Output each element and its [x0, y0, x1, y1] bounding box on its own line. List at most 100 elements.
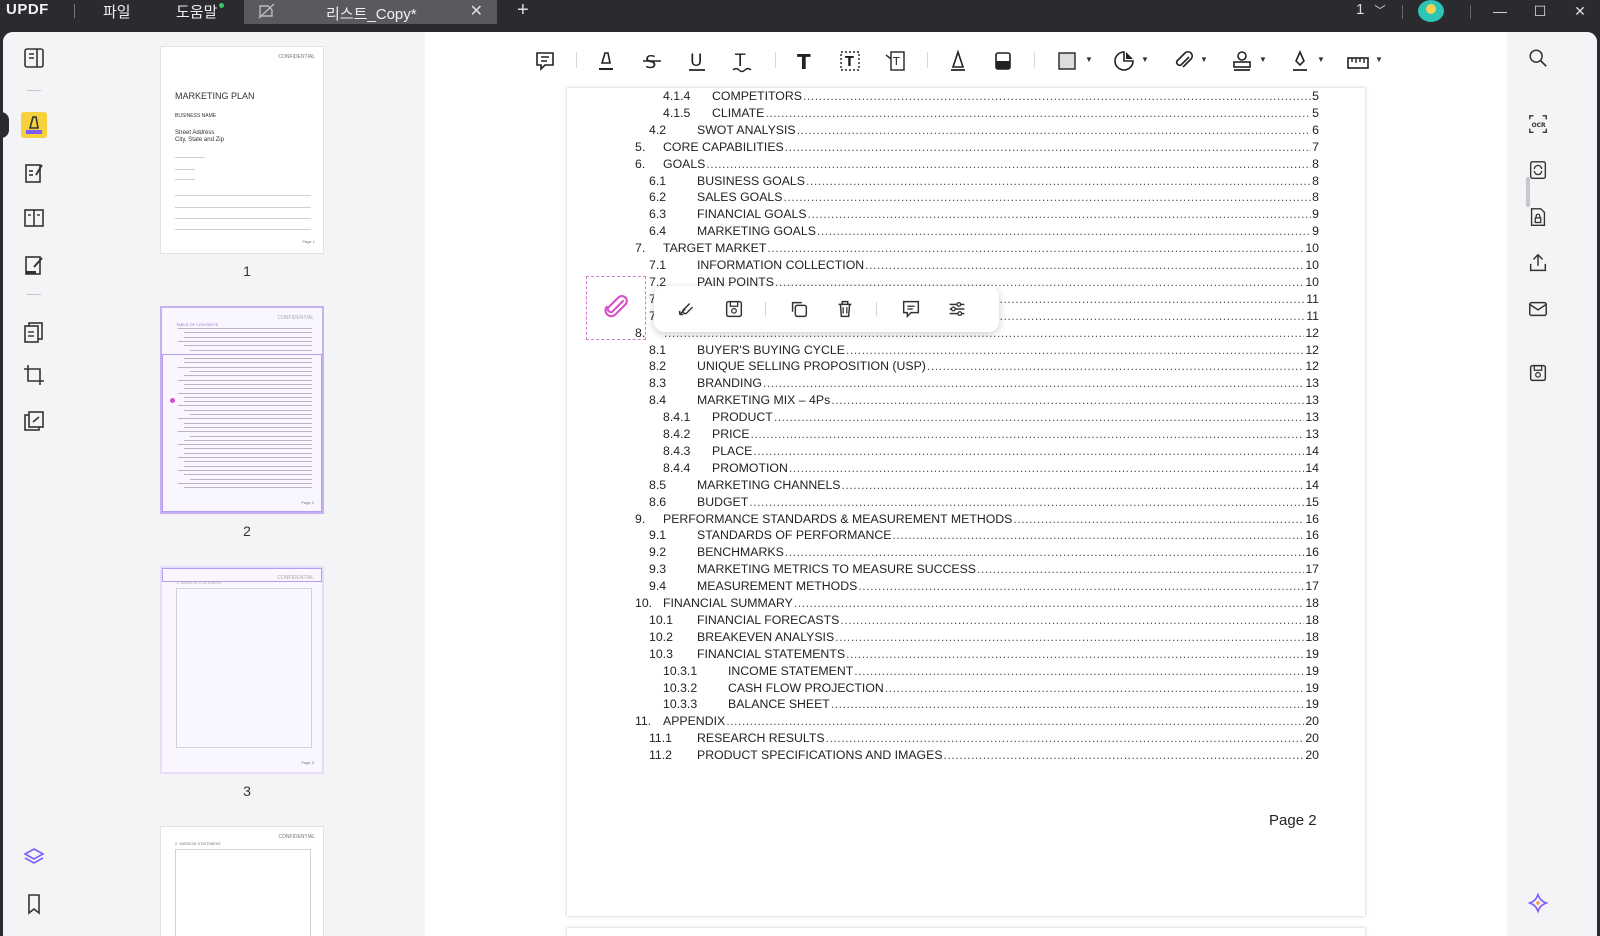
pdf-page-next — [567, 928, 1365, 936]
toc-entry[interactable]: 6.3 FINANCIAL GOALS 9 — [649, 207, 1319, 223]
user-avatar[interactable] — [1418, 0, 1444, 22]
organize-pages-icon[interactable] — [21, 319, 47, 345]
svg-text:OCR: OCR — [1532, 122, 1546, 129]
toc-entry[interactable]: 8.4.2 PRICE 13 — [663, 427, 1319, 443]
properties-icon[interactable] — [945, 297, 969, 321]
toc-entry[interactable]: 4.1.4 COMPETITORS 5 — [663, 89, 1319, 105]
copy-icon[interactable] — [787, 297, 811, 321]
measure-icon[interactable]: ▼ — [1345, 48, 1383, 74]
menu-file[interactable]: 파일 — [103, 1, 131, 22]
document-tab[interactable]: 리스트_Copy* ✕ — [244, 0, 497, 24]
toc-entry[interactable]: 4.1.5 CLIMATE 5 — [663, 106, 1319, 122]
delete-icon[interactable] — [833, 297, 857, 321]
toc-entry[interactable]: 11.2 PRODUCT SPECIFICATIONS AND IMAGES 20 — [649, 748, 1319, 764]
underline-icon[interactable]: U — [684, 48, 710, 74]
stamp-icon[interactable]: ▼ — [1229, 48, 1267, 74]
close-window-button[interactable]: ✕ — [1560, 0, 1600, 24]
page-layout-icon[interactable] — [21, 205, 47, 231]
toc-entry-number: 9.1 — [649, 528, 667, 543]
thumbnail-page-3[interactable]: CONFIDENTIAL 1. MISSION STATEMENT Page 3 — [160, 566, 324, 774]
toc-entry[interactable]: 11.1 RESEARCH RESULTS 20 — [649, 731, 1319, 747]
toc-entry[interactable]: 8.4.1 PRODUCT 13 — [663, 410, 1319, 426]
toc-entry[interactable]: 10.1 FINANCIAL FORECASTS 18 — [649, 613, 1319, 629]
thumb-page-label: Page 3 — [301, 760, 314, 765]
save-icon[interactable] — [1525, 360, 1551, 386]
toc-entry[interactable]: 8.1 BUYER'S BUYING CYCLE 12 — [649, 343, 1319, 359]
sticker-icon[interactable]: ▼ — [1111, 48, 1149, 74]
squiggly-icon[interactable]: T — [729, 48, 755, 74]
attachment-annotation[interactable] — [586, 276, 646, 340]
save-attachment-icon[interactable] — [722, 297, 746, 321]
toc-entry[interactable]: 8.3 BRANDING 13 — [649, 376, 1319, 392]
add-tab-icon[interactable]: + — [517, 0, 529, 22]
maximize-button[interactable]: ☐ — [1520, 0, 1560, 24]
toc-entry[interactable]: 10. FINANCIAL SUMMARY 18 — [635, 596, 1319, 612]
edit-pdf-icon[interactable] — [21, 160, 47, 186]
toc-entry[interactable]: 8.2 UNIQUE SELLING PROPOSITION (USP) 12 — [649, 359, 1319, 375]
toc-entry[interactable]: 8.4.4 PROMOTION 14 — [663, 461, 1319, 477]
ai-assistant-icon[interactable] — [1525, 890, 1551, 916]
text-icon[interactable]: T — [792, 48, 818, 74]
pencil-icon[interactable] — [945, 48, 971, 74]
protect-icon[interactable] — [1525, 204, 1551, 230]
fill-sign-icon[interactable] — [21, 252, 47, 278]
reader-mode-icon[interactable] — [21, 45, 47, 71]
toc-entry[interactable]: 8.4.3 PLACE 14 — [663, 444, 1319, 460]
tools-icon[interactable] — [21, 408, 47, 434]
attachment-tool-icon[interactable]: ▼ — [1170, 48, 1208, 74]
page-indicator[interactable]: 1 ﹀ — [1356, 1, 1386, 18]
toc-entry[interactable]: 8.6 BUDGET 15 — [649, 495, 1319, 511]
tab-close-icon[interactable]: ✕ — [470, 1, 483, 21]
toc-entry[interactable]: 10.3 FINANCIAL STATEMENTS 19 — [649, 647, 1319, 663]
toc-entry[interactable]: 6.1 BUSINESS GOALS 8 — [649, 174, 1319, 190]
toc-entry-page: 9 — [1312, 207, 1319, 222]
toc-entry[interactable]: 6.4 MARKETING GOALS 9 — [649, 224, 1319, 240]
toc-entry[interactable]: 10.3.1 INCOME STATEMENT 19 — [663, 664, 1319, 680]
toc-entry[interactable]: 10.3.2 CASH FLOW PROJECTION 19 — [663, 681, 1319, 697]
open-attachment-icon[interactable] — [675, 297, 699, 321]
toc-entry[interactable]: 9. PERFORMANCE STANDARDS & MEASUREMENT ME… — [635, 512, 1319, 528]
search-icon[interactable] — [1525, 45, 1551, 71]
email-icon[interactable] — [1525, 296, 1551, 322]
minimize-button[interactable]: — — [1480, 0, 1520, 24]
toc-entry[interactable]: 6. GOALS 8 — [635, 157, 1319, 173]
toc-entry-number: 8.3 — [649, 376, 667, 391]
layers-icon[interactable] — [21, 844, 47, 870]
vertical-scrollbar[interactable] — [1526, 177, 1530, 207]
toc-entry[interactable]: 9.1 STANDARDS OF PERFORMANCE 16 — [649, 528, 1319, 544]
crop-icon[interactable] — [21, 362, 47, 388]
text-callout-icon[interactable]: T — [882, 48, 908, 74]
thumbnail-page-4[interactable]: CONFIDENTIAL 2. MISSION STATEMENT — [160, 826, 324, 936]
toc-entry[interactable]: 10.2 BREAKEVEN ANALYSIS 18 — [649, 630, 1319, 646]
toc-entry[interactable]: 8.5 MARKETING CHANNELS 14 — [649, 478, 1319, 494]
toc-entry[interactable]: 7.1 INFORMATION COLLECTION 10 — [649, 258, 1319, 274]
share-icon[interactable] — [1525, 250, 1551, 276]
menu-help[interactable]: 도움말 — [176, 1, 217, 22]
thumbnail-page-1[interactable]: CONFIDENTIAL MARKETING PLAN BUSINESS NAM… — [160, 46, 324, 254]
toc-entry[interactable]: 5. CORE CAPABILITIES 7 — [635, 140, 1319, 156]
collapse-handle[interactable] — [3, 112, 9, 138]
signature-icon[interactable]: ▼ — [1287, 48, 1325, 74]
highlight-icon[interactable] — [593, 48, 619, 74]
toc-entry[interactable]: 9.2 BENCHMARKS 16 — [649, 545, 1319, 561]
toc-entry[interactable]: 8.4 MARKETING MIX – 4Ps 13 — [649, 393, 1319, 409]
toc-entry[interactable]: 9.3 MARKETING METRICS TO MEASURE SUCCESS 1… — [649, 562, 1319, 578]
toc-entry[interactable]: 10.3.3 BALANCE SHEET 19 — [663, 697, 1319, 713]
ocr-icon[interactable]: OCR — [1525, 111, 1551, 137]
bookmark-icon[interactable] — [21, 891, 47, 917]
textbox-icon[interactable]: T — [837, 48, 863, 74]
add-note-icon[interactable] — [899, 297, 923, 321]
comment-icon[interactable] — [532, 48, 558, 74]
strikethrough-icon[interactable]: S — [639, 48, 665, 74]
toc-entry[interactable]: 11. APPENDIX 20 — [635, 714, 1319, 730]
toc-entry[interactable]: 9.4 MEASUREMENT METHODS 17 — [649, 579, 1319, 595]
toc-leader-dots — [865, 258, 1304, 272]
toc-entry[interactable]: 4.2 SWOT ANALYSIS 6 — [649, 123, 1319, 139]
thumbnail-page-2[interactable]: CONFIDENTIAL TABLE OF CONTENTS Page 2 — [160, 306, 324, 514]
shape-icon[interactable]: ▼ — [1055, 48, 1093, 74]
eraser-icon[interactable] — [990, 48, 1016, 74]
comment-mode-icon[interactable] — [21, 112, 47, 138]
toc-entry[interactable]: 7. TARGET MARKET 10 — [635, 241, 1319, 257]
toc-entry-page: 13 — [1305, 376, 1319, 391]
toc-entry[interactable]: 6.2 SALES GOALS 8 — [649, 190, 1319, 206]
